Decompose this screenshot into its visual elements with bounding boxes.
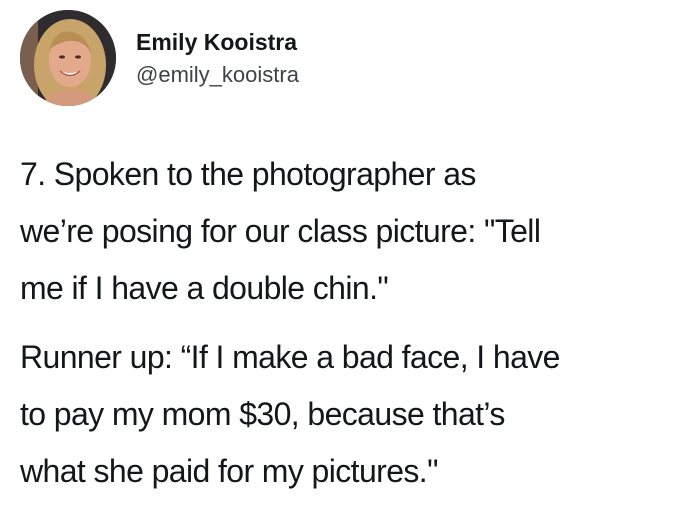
tweet-text-line: to pay my mom $30, because that’s xyxy=(20,396,505,432)
tweet-text-line: Runner up: “If I make a bad face, I have xyxy=(20,339,560,375)
tweet-text-line: me if I have a double chin." xyxy=(20,270,389,306)
user-handle[interactable]: @emily_kooistra xyxy=(136,62,299,88)
tweet-card: Emily Kooistra @emily_kooistra 7. Spoken… xyxy=(0,0,700,520)
user-name[interactable]: Emily Kooistra xyxy=(136,29,297,56)
tweet-paragraph-1: 7. Spoken to the photographer as we’re p… xyxy=(20,146,685,317)
tweet-text-line: we’re posing for our class picture: "Tel… xyxy=(20,213,541,249)
tweet-paragraph-2: Runner up: “If I make a bad face, I have… xyxy=(20,329,685,500)
tweet-text-line: what she paid for my pictures." xyxy=(20,453,438,489)
tweet-text-line: 7. Spoken to the photographer as xyxy=(20,156,476,192)
profile-photo xyxy=(20,10,116,106)
avatar[interactable] xyxy=(20,10,116,106)
